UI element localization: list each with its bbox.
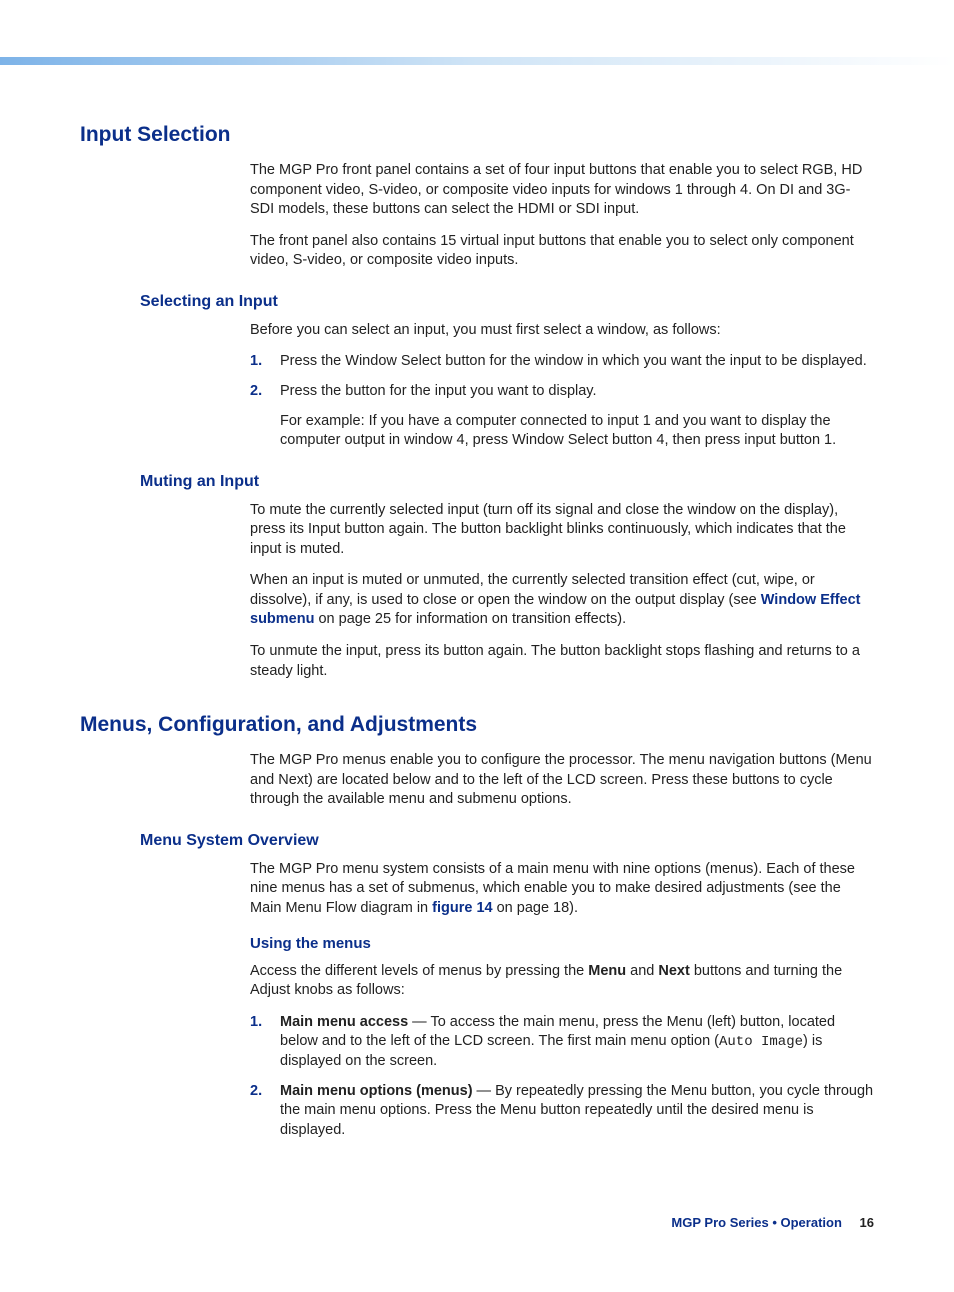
heading-input-selection: Input Selection — [80, 123, 874, 147]
list-text: Press the button for the input you want … — [280, 383, 597, 399]
heading-muting-an-input: Muting an Input — [140, 473, 874, 491]
paragraph: When an input is muted or unmuted, the c… — [250, 571, 874, 630]
mono-auto-image: Auto Image — [719, 1034, 803, 1050]
paragraph: The MGP Pro menus enable you to configur… — [250, 751, 874, 810]
paragraph: To unmute the input, press its button ag… — [250, 642, 874, 681]
text-fragment: and — [626, 963, 658, 979]
text-fragment: on page 18). — [493, 900, 578, 916]
paragraph: Before you can select an input, you must… — [250, 321, 874, 341]
paragraph: The front panel also contains 15 virtual… — [250, 232, 874, 271]
list-item: 1. Main menu access — To access the main… — [250, 1013, 874, 1072]
list-number: 1. — [250, 352, 262, 372]
heading-selecting-an-input: Selecting an Input — [140, 293, 874, 311]
heading-menu-system-overview: Menu System Overview — [140, 832, 874, 850]
list-number: 2. — [250, 382, 262, 402]
list-example: For example: If you have a computer conn… — [280, 412, 874, 451]
heading-using-the-menus: Using the menus — [250, 935, 874, 952]
page-footer: MGP Pro Series • Operation 16 — [671, 1215, 874, 1230]
ordered-list: 1. Press the Window Select button for th… — [250, 352, 874, 450]
bold-main-menu-options: Main menu options (menus) — [280, 1083, 473, 1099]
bold-main-menu-access: Main menu access — [280, 1014, 408, 1030]
list-text: Press the Window Select button for the w… — [280, 353, 867, 369]
paragraph: The MGP Pro front panel contains a set o… — [250, 161, 874, 220]
text-fragment: When an input is muted or unmuted, the c… — [250, 572, 815, 608]
list-number: 2. — [250, 1082, 262, 1102]
footer-page-number: 16 — [860, 1215, 874, 1230]
paragraph: Access the different levels of menus by … — [250, 962, 874, 1001]
bold-menu: Menu — [588, 963, 626, 979]
list-item: 2. Main menu options (menus) — By repeat… — [250, 1082, 874, 1141]
text-fragment: Access the different levels of menus by … — [250, 963, 588, 979]
text-fragment: on page 25 for information on transition… — [314, 611, 626, 627]
footer-title: MGP Pro Series • Operation — [671, 1215, 841, 1230]
list-item: 1. Press the Window Select button for th… — [250, 352, 874, 372]
paragraph: The MGP Pro menu system consists of a ma… — [250, 860, 874, 919]
list-number: 1. — [250, 1013, 262, 1033]
link-figure-14[interactable]: figure 14 — [432, 900, 492, 916]
heading-menus-configuration: Menus, Configuration, and Adjustments — [80, 713, 874, 737]
bold-next: Next — [658, 963, 689, 979]
header-gradient-bar — [0, 57, 954, 65]
paragraph: To mute the currently selected input (tu… — [250, 501, 874, 560]
list-item: 2. Press the button for the input you wa… — [250, 382, 874, 451]
ordered-list: 1. Main menu access — To access the main… — [250, 1013, 874, 1141]
page-content: Input Selection The MGP Pro front panel … — [0, 65, 954, 1140]
